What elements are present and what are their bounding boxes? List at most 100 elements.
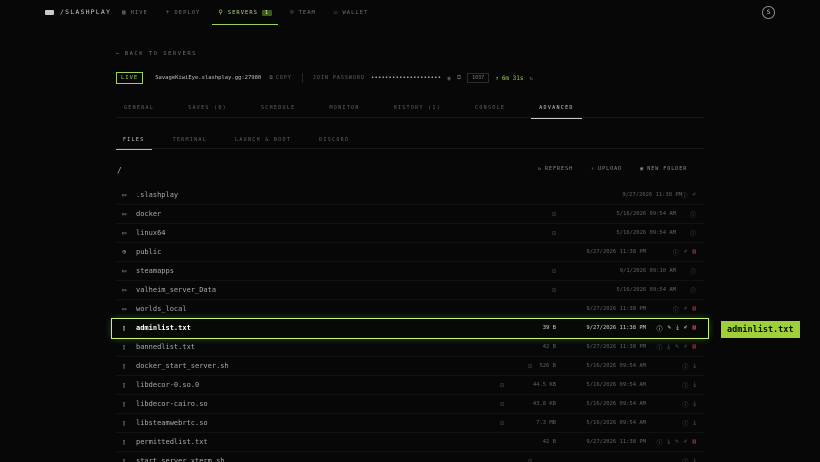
- info-icon[interactable]: ⓘ: [682, 381, 688, 390]
- info-icon[interactable]: ⓘ: [690, 267, 696, 276]
- upload-button[interactable]: ⇪ UPLOAD: [591, 166, 622, 172]
- file-date: 5/16/2026 09:54 AM: [586, 420, 646, 426]
- filename-tooltip: adminlist.txt: [721, 321, 800, 338]
- file-row[interactable]: ▭ .slashplay 9/27/2026 11:38 PM ⓘ ✐: [116, 186, 704, 205]
- file-row[interactable]: ▭ valheim_server_Data ⊡ 5/16/2026 09:54 AM ⓘ: [116, 281, 704, 300]
- rename-icon[interactable]: ✐: [684, 438, 688, 447]
- lock-icon: ⊡: [500, 381, 504, 389]
- file-row[interactable]: ▭ worlds_local 9/27/2026 11:38 PM ⓘ ✐ ▥: [116, 300, 704, 319]
- eye-icon[interactable]: ◉: [447, 75, 451, 82]
- new-folder-button[interactable]: ▣ NEW FOLDER: [640, 166, 687, 172]
- nav-item-label: WALLET: [342, 9, 369, 16]
- edit-icon[interactable]: ✎: [667, 324, 671, 333]
- info-icon[interactable]: ⓘ: [690, 229, 696, 238]
- download-icon[interactable]: ⤓: [693, 362, 696, 371]
- uptime: ↑ 6m 31s: [495, 75, 523, 82]
- file-name: .slashplay: [136, 191, 179, 199]
- avatar[interactable]: S: [762, 6, 775, 19]
- subtab-terminal[interactable]: TERMINAL: [166, 131, 214, 149]
- delete-icon[interactable]: ▥: [692, 343, 696, 352]
- info-icon[interactable]: ⓘ: [681, 191, 687, 200]
- file-name: libdecor-0.so.0: [136, 381, 200, 389]
- file-name: public: [136, 248, 162, 256]
- file-row[interactable]: ▯ permittedlist.txt 42 B 9/27/2026 11:38 PM…: [116, 433, 704, 452]
- nav-team-icon: ☺: [289, 9, 295, 16]
- info-icon[interactable]: ⓘ: [656, 343, 662, 352]
- info-icon[interactable]: ⓘ: [656, 438, 662, 447]
- file-size: 526 B: [539, 363, 556, 369]
- edit-icon[interactable]: ✎: [675, 343, 679, 352]
- file-icon: ▯: [122, 400, 127, 408]
- subtab-discord[interactable]: DISCORD: [312, 131, 356, 149]
- file-row[interactable]: ▭ linux64 ⊡ 5/16/2026 09:54 AM ⓘ: [116, 224, 704, 243]
- download-icon[interactable]: ⤓: [693, 381, 696, 390]
- nav-item-wallet[interactable]: ▭ WALLET: [328, 0, 375, 25]
- row-actions: ⓘ: [690, 286, 696, 295]
- copy-host-button[interactable]: ⧉ COPY: [269, 75, 292, 81]
- file-row[interactable]: ▯ docker_start_server.sh ⊡ 526 B 5/16/2026 0…: [116, 357, 704, 376]
- info-icon[interactable]: ⓘ: [690, 210, 696, 219]
- file-row[interactable]: ▯ libsteamwebrtc.so ⊡ 7.3 MB 5/16/2026 09:54…: [116, 414, 704, 433]
- copy-password-icon[interactable]: ⧉: [457, 74, 461, 82]
- tab-advanced[interactable]: ADVANCED: [531, 98, 583, 119]
- refresh-button[interactable]: ↻ REFRESH: [538, 166, 573, 172]
- file-date: 9/27/2026 11:38 PM: [586, 439, 646, 445]
- file-row[interactable]: ▯ adminlist.txt 39 B 9/27/2026 11:38 PM ⓘ ✎ ⤓ ✐…: [111, 318, 709, 339]
- nav-item-servers[interactable]: ⚲ SERVERS 1: [212, 0, 278, 25]
- refresh-status-icon[interactable]: ↻: [530, 75, 534, 82]
- file-row[interactable]: ▯ bannedlist.txt 42 B 9/27/2026 11:38 PM ⓘ ⤓ ✎…: [116, 338, 704, 357]
- rename-icon[interactable]: ✐: [684, 305, 688, 314]
- server-host: SavageKiwiEye.slashplay.gg:27980: [155, 75, 262, 81]
- count-badge: 1: [261, 9, 272, 16]
- info-icon[interactable]: ⓘ: [682, 400, 688, 409]
- info-icon[interactable]: ⓘ: [682, 419, 688, 428]
- info-icon[interactable]: ⓘ: [673, 305, 679, 314]
- info-icon[interactable]: ⓘ: [682, 362, 688, 371]
- delete-icon[interactable]: ▥: [692, 324, 696, 333]
- info-icon[interactable]: ⓘ: [673, 248, 679, 257]
- tab-general[interactable]: GENERAL: [116, 98, 162, 118]
- download-icon[interactable]: ⤓: [667, 438, 670, 447]
- edit-icon[interactable]: ✎: [675, 438, 679, 447]
- download-icon[interactable]: ⤓: [667, 343, 670, 352]
- tab-saves[interactable]: SAVES (8): [180, 98, 235, 118]
- rename-icon[interactable]: ✐: [692, 191, 696, 200]
- file-size: 42 B: [542, 439, 556, 445]
- subtab-files[interactable]: FILES: [116, 131, 152, 150]
- back-to-servers-link[interactable]: ← BACK TO SERVERS: [116, 51, 197, 57]
- rename-icon[interactable]: ✐: [684, 343, 688, 352]
- nav-item-team[interactable]: ☺ TEAM: [284, 0, 322, 25]
- file-row[interactable]: ▭ docker ⊡ 5/16/2026 09:54 AM ⓘ: [116, 205, 704, 224]
- download-icon[interactable]: ⤓: [693, 400, 696, 409]
- file-row[interactable]: ▯ libdecor-0.so.0 ⊡ 44.5 KB 5/16/2026 09:54 …: [116, 376, 704, 395]
- delete-icon[interactable]: ▥: [692, 305, 696, 314]
- sub-tabs: FILES TERMINAL LAUNCH & BOOT DISCORD: [116, 131, 704, 150]
- file-row[interactable]: ▭ steamapps ⊡ 9/1/2026 09:10 AM ⓘ: [116, 262, 704, 281]
- info-icon[interactable]: ⓘ: [682, 457, 688, 462]
- download-icon[interactable]: ⤓: [676, 324, 679, 333]
- rename-icon[interactable]: ✐: [684, 324, 688, 333]
- info-icon[interactable]: ⓘ: [656, 324, 662, 333]
- info-icon[interactable]: ⓘ: [690, 286, 696, 295]
- file-icon: ▯: [122, 438, 127, 446]
- file-icon: ▯: [122, 457, 127, 462]
- tab-console[interactable]: CONSOLE: [467, 98, 513, 118]
- subtab-launch-boot[interactable]: LAUNCH & BOOT: [228, 131, 298, 149]
- tab-history[interactable]: HISTORY (1): [386, 98, 449, 118]
- file-name: adminlist.txt: [136, 324, 191, 332]
- delete-icon[interactable]: ▥: [692, 438, 696, 447]
- delete-icon[interactable]: ▥: [692, 248, 696, 257]
- nav-item-hive[interactable]: ▦ HIVE: [116, 0, 154, 25]
- file-row[interactable]: ⊕ public 9/27/2026 11:38 PM ⓘ ✐ ▥: [116, 243, 704, 262]
- tab-schedule[interactable]: SCHEDULE: [253, 98, 303, 118]
- download-icon[interactable]: ⤓: [693, 457, 696, 462]
- status-badge: LIVE: [116, 72, 144, 84]
- file-row[interactable]: ▯ start_server_xterm.sh ⊡ ⓘ ⤓: [116, 452, 704, 462]
- file-row[interactable]: ▯ libdecor-cairo.so ⊡ 43.8 KB 5/16/2026 09:5…: [116, 395, 704, 414]
- rename-icon[interactable]: ✐: [684, 248, 688, 257]
- tab-monitor[interactable]: MONITOR: [321, 98, 367, 118]
- nav-item-deploy[interactable]: + DEPLOY: [160, 0, 207, 25]
- download-icon[interactable]: ⤓: [693, 419, 696, 428]
- brand[interactable]: /SLASHPLAY: [45, 8, 111, 16]
- file-size: 42 B: [542, 344, 556, 350]
